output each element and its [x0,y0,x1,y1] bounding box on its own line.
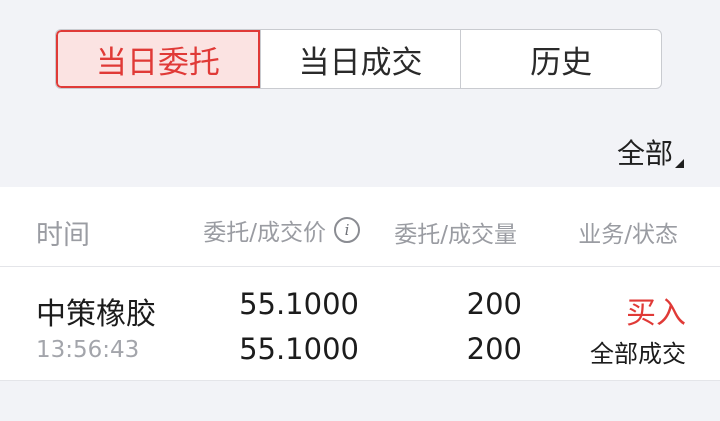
order-quantity: 200 [466,287,522,321]
filter-label: 全部 [616,137,673,170]
deal-price: 55.1000 [239,332,359,366]
header-quantity: 委托/成交量 [394,222,517,248]
stock-name: 中策橡胶 [36,297,156,332]
filter-dropdown[interactable]: 全部 [617,132,684,172]
tab-today-orders[interactable]: 当日委托 [56,30,260,88]
table-row[interactable]: 中策橡胶 13:56:43 55.1000 55.1000 200 200 买入… [0,267,720,381]
trade-side: 买入 [626,296,686,331]
deal-quantity: 200 [466,332,522,366]
header-status: 业务/状态 [578,222,678,248]
order-status: 全部成交 [590,340,686,368]
order-time: 13:56:43 [36,337,140,363]
info-icon[interactable]: i [334,217,360,243]
header-price: 委托/成交价 i [203,213,360,247]
tab-today-deals[interactable]: 当日成交 [259,30,461,88]
header-time: 时间 [36,220,90,251]
table-header: 时间 委托/成交价 i 委托/成交量 业务/状态 [0,187,720,267]
header-price-label: 委托/成交价 [203,220,326,246]
corner-triangle-icon [675,159,684,168]
order-price: 55.1000 [239,287,359,321]
orders-table: 时间 委托/成交价 i 委托/成交量 业务/状态 中策橡胶 13:56:43 5… [0,187,720,381]
order-tabs: 当日委托 当日成交 历史 [55,29,662,89]
tab-history[interactable]: 历史 [460,30,661,88]
